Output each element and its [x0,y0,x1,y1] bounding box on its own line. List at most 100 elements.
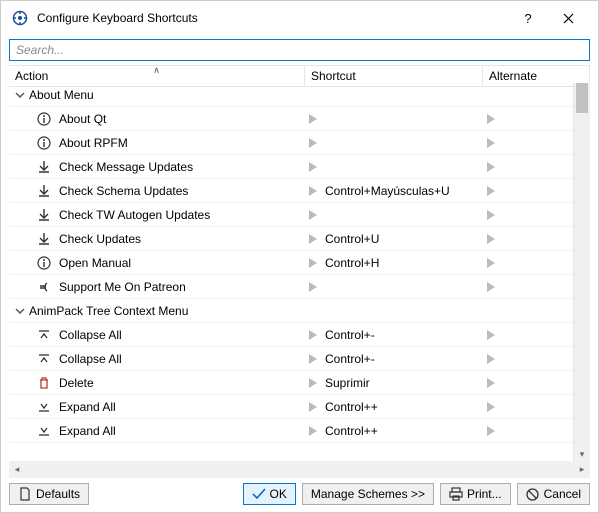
info-icon [35,110,53,128]
shortcut-label: Control++ [325,400,378,414]
row-expand-1[interactable]: Expand All Control++ [9,395,573,419]
row-check-updates[interactable]: Check Updates Control+U [9,227,573,251]
shortcut-tree[interactable]: About Menu About Qt About RPFM Check Mes… [9,83,573,462]
action-label: About RPFM [59,136,128,150]
edit-alternate-icon[interactable] [483,375,499,391]
scroll-left-icon[interactable]: ◂ [9,462,25,478]
cancel-icon [526,487,540,501]
ok-button[interactable]: OK [243,483,296,505]
print-icon [449,487,463,501]
edit-shortcut-icon[interactable] [305,183,321,199]
row-open-manual[interactable]: Open Manual Control+H [9,251,573,275]
button-label: Defaults [36,487,80,501]
edit-shortcut-icon[interactable] [305,351,321,367]
action-label: Collapse All [59,328,122,342]
shortcut-label: Control++ [325,424,378,438]
scroll-right-icon[interactable]: ▸ [574,462,590,478]
edit-alternate-icon[interactable] [483,399,499,415]
edit-shortcut-icon[interactable] [305,423,321,439]
edit-alternate-icon[interactable] [483,159,499,175]
collapse-icon [35,326,53,344]
manage-schemes-button[interactable]: Manage Schemes >> [302,483,434,505]
edit-alternate-icon[interactable] [483,183,499,199]
group-animpack[interactable]: AnimPack Tree Context Menu [9,299,573,323]
edit-alternate-icon[interactable] [483,207,499,223]
shortcut-label: Control+U [325,232,379,246]
chevron-down-icon[interactable] [13,88,27,102]
action-label: Delete [59,376,94,390]
edit-shortcut-icon[interactable] [305,255,321,271]
shortcut-label: Control+Mayúsculas+U [325,184,450,198]
edit-alternate-icon[interactable] [483,255,499,271]
expand-icon [35,398,53,416]
shortcut-label: Control+- [325,328,375,342]
edit-alternate-icon[interactable] [483,111,499,127]
action-label: Check TW Autogen Updates [59,208,210,222]
action-label: Check Updates [59,232,141,246]
download-icon [35,182,53,200]
download-icon [35,158,53,176]
vertical-scrollbar[interactable]: ▾ [573,83,590,462]
row-delete[interactable]: Delete Suprimir [9,371,573,395]
edit-shortcut-icon[interactable] [305,135,321,151]
defaults-button[interactable]: Defaults [9,483,89,505]
chevron-down-icon[interactable] [13,304,27,318]
edit-shortcut-icon[interactable] [305,159,321,175]
help-button[interactable]: ? [508,4,548,32]
edit-shortcut-icon[interactable] [305,327,321,343]
action-label: Open Manual [59,256,131,270]
group-label: AnimPack Tree Context Menu [29,304,188,318]
close-button[interactable] [548,4,588,32]
row-check-schema[interactable]: Check Schema Updates Control+Mayúsculas+… [9,179,573,203]
button-label: OK [270,487,287,501]
edit-alternate-icon[interactable] [483,279,499,295]
action-label: Collapse All [59,352,122,366]
action-label: About Qt [59,112,106,126]
edit-shortcut-icon[interactable] [305,375,321,391]
button-label: Manage Schemes >> [311,487,425,501]
button-label: Print... [467,487,502,501]
edit-alternate-icon[interactable] [483,423,499,439]
column-shortcut-label: Shortcut [311,69,356,83]
row-check-tw[interactable]: Check TW Autogen Updates [9,203,573,227]
titlebar: Configure Keyboard Shortcuts ? [1,1,598,35]
shortcut-label: Suprimir [325,376,370,390]
euro-icon [35,278,53,296]
horizontal-scrollbar[interactable]: ◂ ▸ [9,461,590,478]
edit-alternate-icon[interactable] [483,327,499,343]
document-icon [18,487,32,501]
trash-icon [35,374,53,392]
row-about-qt[interactable]: About Qt [9,107,573,131]
row-collapse-1[interactable]: Collapse All Control+- [9,323,573,347]
check-icon [252,487,266,501]
column-action-label: Action [15,69,48,83]
action-label: Check Message Updates [59,160,193,174]
edit-shortcut-icon[interactable] [305,231,321,247]
edit-alternate-icon[interactable] [483,351,499,367]
collapse-icon [35,350,53,368]
edit-alternate-icon[interactable] [483,135,499,151]
edit-shortcut-icon[interactable] [305,111,321,127]
group-label: About Menu [29,88,94,102]
scrollbar-thumb[interactable] [576,83,588,113]
print-button[interactable]: Print... [440,483,511,505]
action-label: Expand All [59,424,116,438]
row-about-rpfm[interactable]: About RPFM [9,131,573,155]
edit-alternate-icon[interactable] [483,231,499,247]
scroll-down-icon[interactable]: ▾ [574,446,590,462]
search-input[interactable] [9,39,590,61]
shortcut-label: Control+- [325,352,375,366]
row-support[interactable]: Support Me On Patreon [9,275,573,299]
cancel-button[interactable]: Cancel [517,483,590,505]
row-check-msg[interactable]: Check Message Updates [9,155,573,179]
info-icon [35,254,53,272]
edit-shortcut-icon[interactable] [305,399,321,415]
edit-shortcut-icon[interactable] [305,207,321,223]
row-expand-2[interactable]: Expand All Control++ [9,419,573,443]
row-collapse-2[interactable]: Collapse All Control+- [9,347,573,371]
edit-shortcut-icon[interactable] [305,279,321,295]
dialog-buttons: Defaults OK Manage Schemes >> Print... C… [9,482,590,506]
download-icon [35,206,53,224]
window-title: Configure Keyboard Shortcuts [37,11,508,25]
group-about[interactable]: About Menu [9,83,573,107]
